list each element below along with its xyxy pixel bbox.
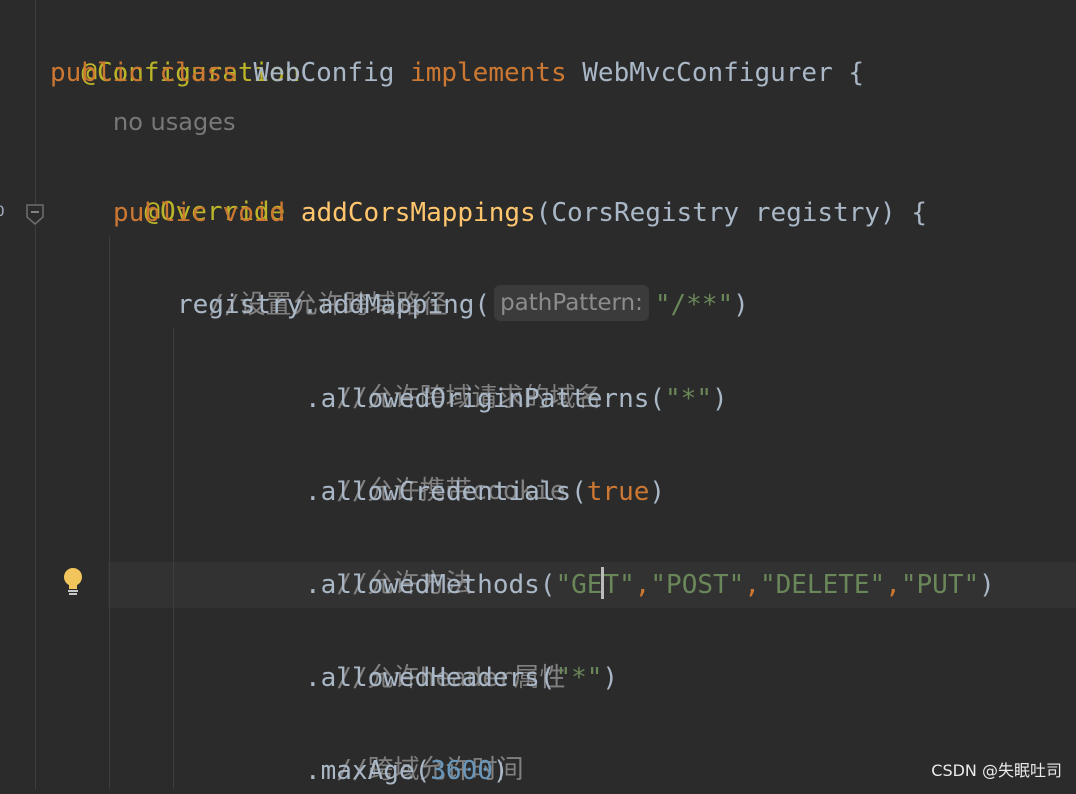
keyword-token: true	[586, 477, 650, 507]
string-token: "*"	[555, 663, 603, 693]
keyword-token: class	[159, 58, 238, 88]
paren-token: )	[733, 290, 749, 320]
comma-token: ,	[744, 570, 760, 600]
string-token: "POST"	[650, 570, 745, 600]
parameter-hint: pathPattern:	[494, 284, 649, 321]
code-line-16[interactable]: .maxAge(3600)	[305, 748, 509, 794]
paren-token: )	[602, 663, 619, 693]
paren-token: )	[492, 756, 509, 786]
code-line-13[interactable]: //允许header属性	[305, 609, 565, 693]
code-line-1[interactable]: @Configuration	[50, 4, 300, 88]
lightbulb-icon[interactable]	[61, 566, 85, 596]
keyword-token: void	[222, 198, 286, 228]
call-token: .allowedOriginPatterns(	[305, 384, 666, 414]
string-token: T"	[603, 570, 635, 600]
keyword-token: public	[50, 58, 144, 88]
comma-token: ,	[634, 570, 651, 600]
code-line-11[interactable]: //允许方法	[305, 515, 471, 599]
keyword-token: public	[113, 198, 207, 228]
comma-token: ,	[885, 570, 901, 600]
class-name-token: WebConfig	[253, 58, 395, 88]
fold-icon[interactable]	[25, 203, 45, 225]
code-line-15[interactable]: //跨域允许时间	[305, 701, 523, 785]
call-token: .allowCredentials(	[305, 477, 587, 507]
indent-guide	[109, 236, 110, 789]
code-line-9[interactable]: //允许携带cookie	[305, 422, 565, 506]
string-token: "*"	[665, 384, 712, 414]
code-line-3[interactable]: @Override	[113, 143, 285, 227]
call-token: .allowedMethods(	[305, 570, 556, 600]
code-line-2[interactable]: public class WebConfig implements WebMvc…	[50, 50, 864, 96]
code-line-12[interactable]: .allowedMethods("GET","POST","DELETE","P…	[305, 562, 995, 608]
gutter-edge-marker: O	[0, 204, 5, 220]
code-line-7[interactable]: //允许跨域请求的域名	[305, 329, 601, 413]
call-token: .allowedHeaders(	[305, 663, 556, 693]
code-line-10[interactable]: .allowCredentials(true)	[305, 469, 665, 515]
string-token: "/**"	[654, 290, 734, 320]
brace-token: {	[848, 58, 865, 88]
paren-token: )	[649, 477, 666, 507]
call-token: registry.addMapping(	[177, 290, 491, 320]
method-name-token: addCorsMappings	[300, 198, 536, 228]
interface-name-token: WebMvcConfigurer	[582, 58, 833, 88]
keyword-token: implements	[410, 58, 567, 88]
code-line-6[interactable]: registry.addMapping(pathPattern: "/**")	[177, 282, 749, 328]
code-line-8[interactable]: .allowedOriginPatterns("*")	[305, 376, 728, 422]
paren-token: )	[979, 570, 995, 600]
string-token: "GE	[555, 570, 603, 600]
text-caret	[601, 566, 605, 599]
indent-guide	[173, 328, 174, 789]
number-token: 3600	[430, 756, 493, 786]
string-token: "PUT"	[900, 570, 980, 600]
editor-gutter	[0, 0, 36, 789]
paren-token: )	[712, 384, 728, 414]
string-token: "DELETE"	[759, 570, 886, 600]
watermark: CSDN @失眠吐司	[931, 761, 1062, 780]
usage-hint[interactable]: no usages	[113, 100, 235, 144]
code-line-4[interactable]: public void addCorsMappings(CorsRegistry…	[113, 190, 927, 236]
params-token: (CorsRegistry registry) {	[535, 198, 928, 228]
code-line-5[interactable]: //设置允许跨域路径	[177, 236, 447, 320]
code-line-14[interactable]: .allowedHeaders("*")	[305, 655, 618, 701]
call-token: .maxAge(	[305, 756, 431, 786]
